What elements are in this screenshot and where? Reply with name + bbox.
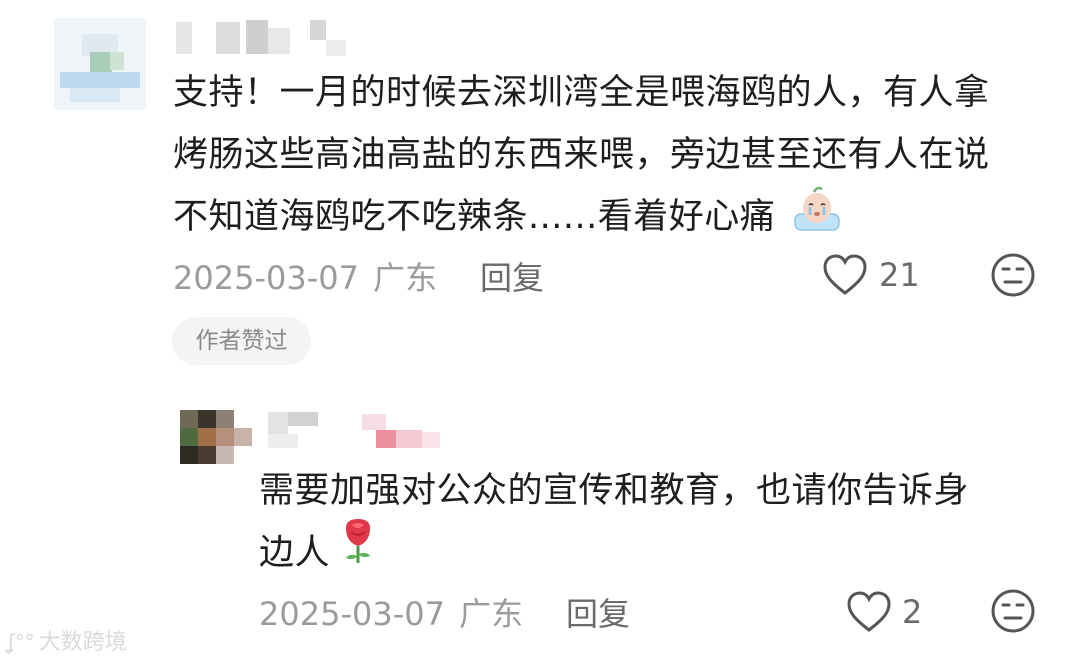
reply-button[interactable]: 回复 bbox=[566, 589, 630, 635]
like-count: 2 bbox=[902, 593, 923, 631]
author-liked-badge: 作者赞过 bbox=[172, 317, 311, 365]
watermark-text: 大数跨境 bbox=[38, 630, 127, 655]
avatar[interactable] bbox=[180, 410, 252, 464]
reply-button[interactable]: 回复 bbox=[480, 253, 544, 299]
comment-line: 不知道海鸥吃不吃辣条......看着好心痛 bbox=[173, 197, 776, 237]
heart-icon[interactable] bbox=[846, 590, 892, 634]
comment-date: 2025-03-07 bbox=[259, 595, 445, 633]
dislike-face-icon[interactable] bbox=[990, 252, 1036, 298]
comment-line: 边人 bbox=[259, 533, 331, 573]
watermark: ʆ°° 大数跨境 bbox=[8, 624, 127, 656]
username-blurred[interactable] bbox=[176, 18, 356, 58]
heart-icon[interactable] bbox=[822, 253, 868, 297]
comment-line: 需要加强对公众的宣传和教育，也请你告诉身 bbox=[259, 471, 970, 511]
reply-meta: 2025-03-07 广东 bbox=[259, 589, 523, 635]
dislike-face-icon[interactable] bbox=[990, 588, 1036, 634]
like-count: 21 bbox=[879, 256, 920, 294]
avatar[interactable] bbox=[54, 18, 146, 110]
comment-date: 2025-03-07 bbox=[173, 259, 359, 297]
rose-sticker-icon bbox=[346, 519, 370, 563]
comment-location: 广东 bbox=[459, 595, 524, 633]
comment-line: 烤肠这些高油高盐的东西来喂，旁边甚至还有人在说 bbox=[173, 135, 990, 175]
comment-location: 广东 bbox=[373, 259, 438, 297]
comment-meta: 2025-03-07 广东 bbox=[173, 253, 437, 299]
comment-line: 支持！一月的时候去深圳湾全是喂海鸥的人，有人拿 bbox=[173, 73, 990, 113]
crying-face-sticker-icon bbox=[794, 186, 840, 231]
comment-text: 支持！一月的时候去深圳湾全是喂海鸥的人，有人拿 烤肠这些高油高盐的东西来喂，旁边… bbox=[173, 62, 1053, 248]
username-blurred[interactable] bbox=[268, 410, 448, 450]
watermark-logo-icon: ʆ°° bbox=[8, 630, 35, 654]
